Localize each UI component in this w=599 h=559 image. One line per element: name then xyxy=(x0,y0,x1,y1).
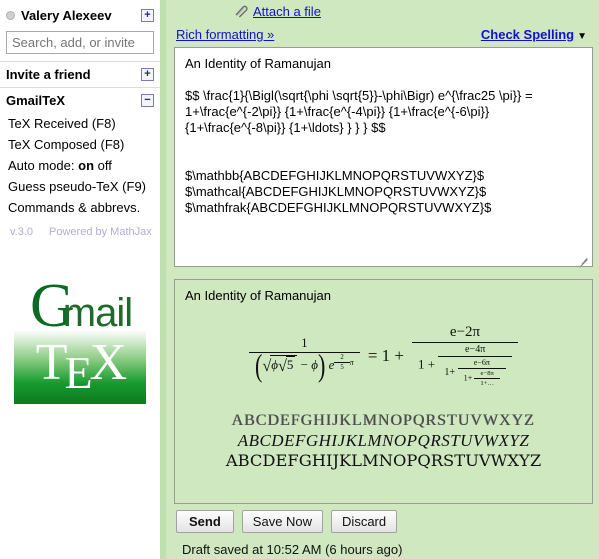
offline-status-icon xyxy=(6,10,15,20)
gmailtex-logo: Gmail TEX xyxy=(0,275,160,404)
cf-den-2: 1+ e−6π 1+ e−8π 1+… xyxy=(438,356,513,387)
formula-left-fraction: 1 (√ϕ√5 − ϕ) e25π xyxy=(248,335,360,384)
exp-frac-num: 2 xyxy=(340,354,344,362)
logo-letter-e: E xyxy=(64,347,93,398)
tex-preview-panel: An Identity of Ramanujan 1 (√ϕ√5 − ϕ) e2… xyxy=(174,278,593,504)
save-now-button[interactable]: Save Now xyxy=(241,509,324,533)
gmailtex-collapse-button[interactable]: − xyxy=(141,94,154,107)
paperclip-icon xyxy=(234,4,249,18)
gmailtex-logo-bottom: TEX xyxy=(14,330,146,404)
rhs-one: 1 xyxy=(381,345,391,365)
compose-actions: Send Save Now Discard Draft saved at 10:… xyxy=(174,504,593,559)
gmailtex-version: v.3.0 xyxy=(10,226,34,238)
sqrt-inner: ϕ√5 xyxy=(270,355,298,376)
auto-mode-on-option[interactable]: on xyxy=(78,158,94,173)
check-spelling-control[interactable]: Check Spelling ▼ xyxy=(481,27,587,42)
invite-a-friend-label: Invite a friend xyxy=(6,67,91,82)
equals-glyph: = xyxy=(367,345,378,365)
gmailtex-menu: TeX Received (F8) TeX Composed (F8) Auto… xyxy=(0,113,160,222)
formula-lhs-numerator: 1 xyxy=(301,335,308,351)
discard-button[interactable]: Discard xyxy=(331,509,398,533)
draft-status-wrap: Draft saved at 10:52 AM (6 hours ago) xyxy=(176,541,593,559)
rich-formatting-link[interactable]: Rich formatting » xyxy=(176,27,274,42)
formula-lhs-denominator: (√ϕ√5 − ϕ) e25π xyxy=(248,347,360,384)
continued-fraction: e−2π 1 + e−4π 1+ e−6π 1+ e−8π 1+… xyxy=(412,324,519,387)
chat-header: Valery Alexeev + xyxy=(0,0,160,30)
equals-sign: = 1 + xyxy=(368,346,404,366)
exp-superscript: 25π xyxy=(334,354,354,371)
left-paren: ( xyxy=(254,347,263,384)
left-sidebar: Valery Alexeev + Invite a friend + Gmail… xyxy=(0,0,160,559)
gmail-compose-page: Valery Alexeev + Invite a friend + Gmail… xyxy=(0,0,599,559)
cf-level-1: e−2π 1 + e−4π 1+ e−6π 1+ e−8π 1+… xyxy=(412,324,519,387)
attach-a-file-link[interactable]: Attach a file xyxy=(253,4,321,19)
compose-panel: Attach a file Rich formatting » Check Sp… xyxy=(166,0,599,559)
check-spelling-link[interactable]: Check Spelling xyxy=(481,27,574,42)
preview-title: An Identity of Ramanujan xyxy=(185,287,331,303)
chat-expand-button[interactable]: + xyxy=(141,8,154,22)
cf-tail: 1+… xyxy=(474,378,501,387)
cf-num-4: e−8π xyxy=(480,370,494,378)
gmailtex-logo-top: Gmail xyxy=(14,275,146,337)
chat-user-name: Valery Alexeev xyxy=(21,7,112,23)
logo-letter-x: X xyxy=(89,334,128,391)
cf-num-2: e−4π xyxy=(465,344,486,356)
chevron-down-icon[interactable]: ▼ xyxy=(577,31,587,42)
phi-symbol-2: ϕ xyxy=(311,357,318,373)
search-input[interactable] xyxy=(6,31,154,54)
mathfrak-alphabet: ABCDEFGHIJKLMNOPQRSTUVWXYZ xyxy=(225,450,542,470)
logo-letter-t: T xyxy=(35,334,68,391)
formatting-row: Rich formatting » Check Spelling ▼ xyxy=(174,23,593,47)
rendered-formula: 1 (√ϕ√5 − ϕ) e25π = 1 + e−2π 1 + e−4π 1+… xyxy=(185,313,582,399)
powered-by-mathjax-label: Powered by MathJax xyxy=(49,226,152,238)
attach-row: Attach a file xyxy=(174,0,593,23)
exp-frac-den: 5 xyxy=(334,362,350,371)
gmailtex-title: GmailTeX xyxy=(6,93,66,108)
message-body-textarea[interactable] xyxy=(174,46,593,267)
cf-level-2: e−4π 1+ e−6π 1+ e−8π 1+… xyxy=(438,344,513,387)
rendered-alphabets: ABCDEFGHIJKLMNOPQRSTUVWXYZ ABCDEFGHIJKLM… xyxy=(185,411,582,471)
logo-text-mail: mail xyxy=(62,291,133,335)
logo-text-tex: TEX xyxy=(14,332,146,398)
cf-num-1: e−2π xyxy=(449,324,481,341)
rhs-plus: + xyxy=(394,345,405,365)
mathbb-alphabet: ABCDEFGHIJKLMNOPQRSTUVWXYZ xyxy=(231,411,536,429)
invite-a-friend-row[interactable]: Invite a friend + xyxy=(0,62,160,87)
invite-expand-button[interactable]: + xyxy=(141,68,154,81)
sidebar-item-tex-composed[interactable]: TeX Composed (F8) xyxy=(0,134,160,155)
gmailtex-header: GmailTeX − xyxy=(0,88,160,113)
sqrt-five: 5 xyxy=(285,356,296,373)
cf-level-3: e−6π 1+ e−8π 1+… xyxy=(457,358,507,387)
sidebar-item-tex-received[interactable]: TeX Received (F8) xyxy=(0,113,160,134)
cf-den-1: 1 + e−4π 1+ e−6π 1+ e−8π 1+… xyxy=(412,342,519,387)
right-paren: ) xyxy=(317,347,326,384)
cf-num-3: e−6π xyxy=(473,358,491,368)
auto-mode-label: Auto mode: xyxy=(8,158,75,173)
cf-level-4: e−8π 1+… xyxy=(474,370,501,387)
sidebar-item-guess-pseudo-tex[interactable]: Guess pseudo-TeX (F9) xyxy=(0,176,160,197)
sidebar-item-auto-mode: Auto mode: on off xyxy=(0,155,160,176)
sidebar-item-commands-abbrevs[interactable]: Commands & abbrevs. xyxy=(0,197,160,218)
message-body-wrap xyxy=(174,46,593,270)
gmailtex-footer: v.3.0 Powered by MathJax xyxy=(0,222,160,244)
draft-status-text: Draft saved at 10:52 AM (6 hours ago) xyxy=(182,541,403,557)
send-button[interactable]: Send xyxy=(176,509,234,533)
auto-mode-off-option[interactable]: off xyxy=(98,158,112,173)
mathcal-alphabet: ABCDEFGHIJKLMNOPQRSTUVWXYZ xyxy=(237,430,530,450)
cf-den-3: 1+ e−8π 1+… xyxy=(457,368,507,387)
chat-search-wrap xyxy=(0,30,160,61)
pi-symbol: π xyxy=(349,357,354,367)
phi-symbol: ϕ xyxy=(271,357,278,373)
